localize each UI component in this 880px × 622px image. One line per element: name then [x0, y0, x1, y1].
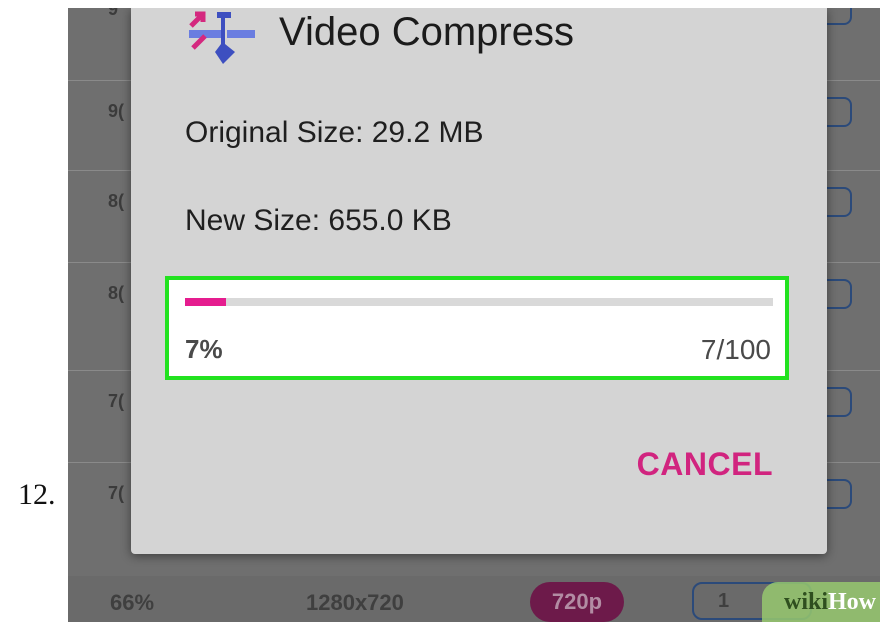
- original-size: Original Size: 29.2 MB: [185, 116, 484, 149]
- dialog-title: Video Compress: [279, 10, 574, 54]
- row-resolution: 1280x720: [306, 590, 404, 615]
- video-compress-icon: [189, 11, 255, 64]
- new-size: New Size: 655.0 KB: [185, 204, 452, 237]
- row-value: 9: [108, 8, 119, 19]
- progress-highlight-box: 7% 7/100: [165, 276, 789, 380]
- step-number: 12.: [18, 478, 56, 511]
- phone-screen: 9 9( 8( 8( 7( 7( 66% 1280x720 720p 1 Vid…: [68, 8, 880, 622]
- bottom-list-row: 66% 1280x720 720p 1: [68, 576, 880, 622]
- row-value: 7(: [108, 391, 125, 411]
- watermark-text: wikiHow: [783, 589, 876, 615]
- row-value: 8(: [108, 283, 125, 303]
- progress-percent: 7%: [185, 334, 223, 364]
- row-value: 8(: [108, 191, 125, 211]
- row-percent: 66%: [110, 590, 155, 615]
- progress-fill: [185, 298, 227, 306]
- compress-dialog: Video Compress Original Size: 29.2 MB Ne…: [131, 8, 827, 554]
- quality-badge[interactable]: 720p: [530, 582, 624, 622]
- row-value: 9(: [108, 101, 125, 121]
- cancel-button[interactable]: CANCEL: [637, 446, 773, 483]
- row-value: 7(: [108, 483, 125, 503]
- wikihow-watermark: wikiHow: [762, 582, 880, 622]
- progress-count: 7/100: [700, 334, 771, 365]
- progress-bar: [185, 298, 773, 306]
